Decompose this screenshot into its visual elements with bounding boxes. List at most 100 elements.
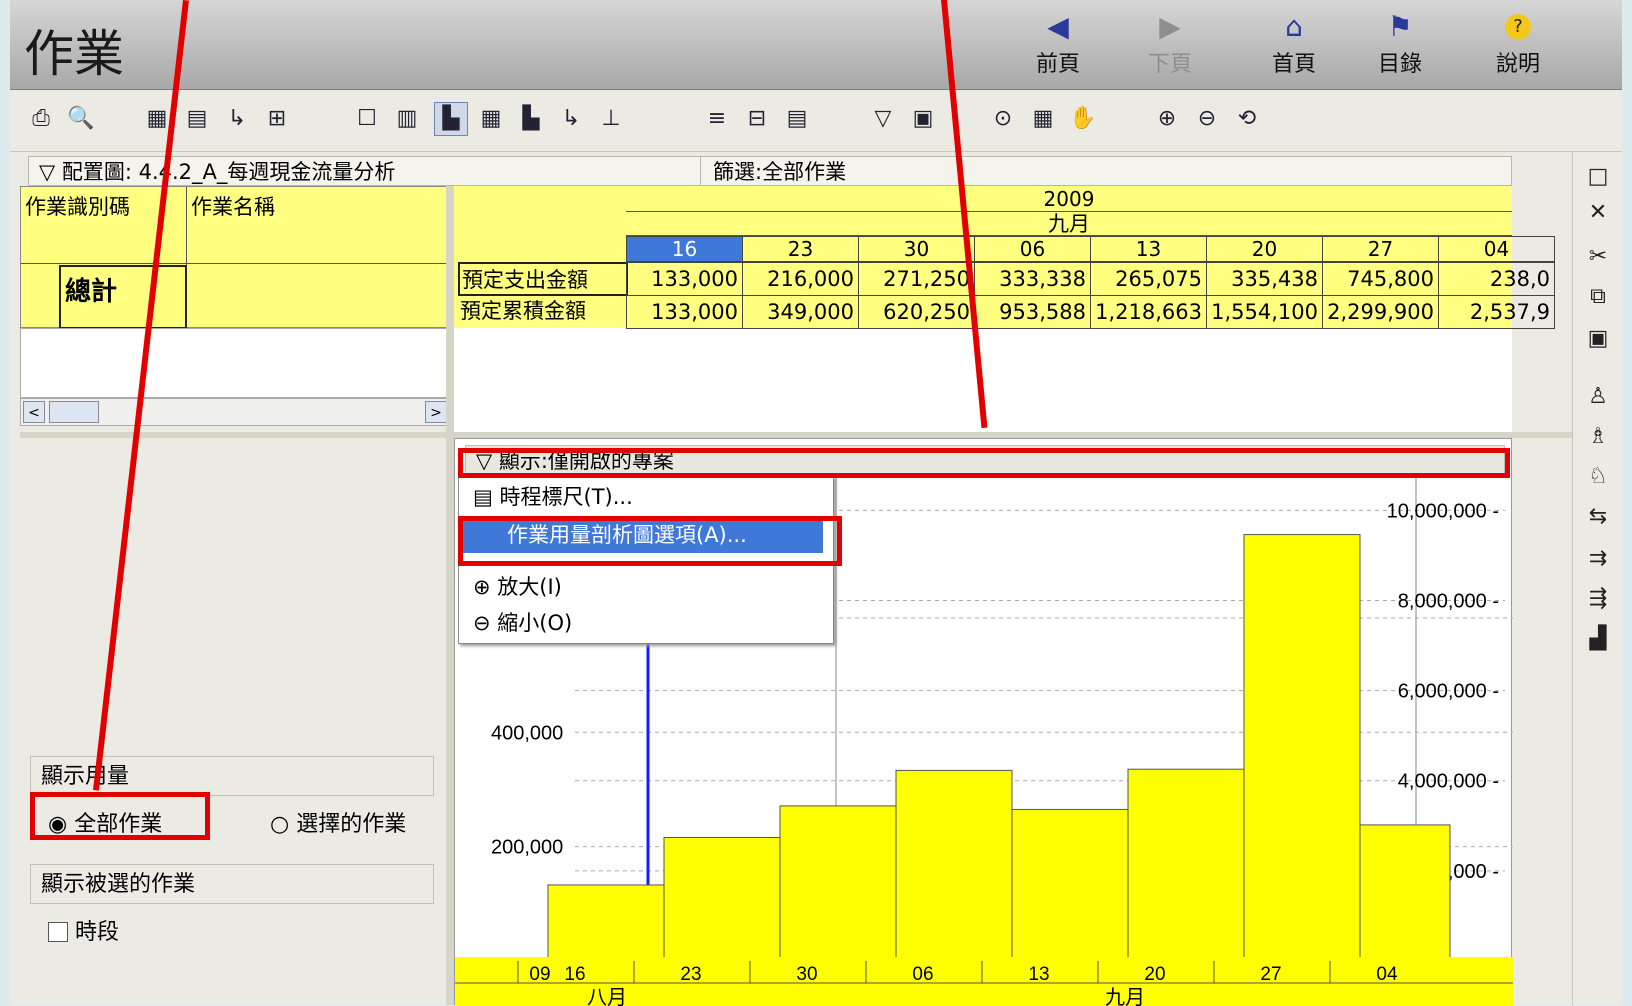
columns-icon[interactable]: ▥ <box>390 102 424 136</box>
columns-format-icon[interactable]: ⊟ <box>740 102 774 136</box>
bar-27 <box>1243 534 1361 962</box>
week-header[interactable]: 06 <box>974 236 1091 262</box>
delete-icon[interactable]: ✕ <box>1583 198 1613 228</box>
scroll-left-icon[interactable]: < <box>23 401 45 423</box>
menu-label: 時程標尺(T)... <box>499 485 633 509</box>
nav-label: 說明 <box>1495 52 1540 77</box>
menu-item-zoom-in[interactable]: ⊕ 放大(I) <box>459 569 831 605</box>
window-icon[interactable]: ☐ <box>350 102 384 136</box>
schedule-icon[interactable]: ⊙ <box>986 102 1020 136</box>
right-tick-label: 6,000,000 - <box>1398 681 1499 703</box>
bar-04 <box>1359 824 1451 962</box>
row-label[interactable]: 預定累積金額 <box>458 295 628 329</box>
nav-button-2[interactable]: ⌂ 首頁 <box>1256 8 1332 82</box>
cell-value[interactable]: 133,000 <box>626 262 743 296</box>
cell-value[interactable]: 745,800 <box>1322 262 1439 296</box>
week-header[interactable]: 20 <box>1206 236 1323 262</box>
week-header[interactable]: 30 <box>858 236 975 262</box>
cell-value[interactable]: 238,0 <box>1438 262 1555 296</box>
link-icon[interactable]: ⇆ <box>1583 502 1613 532</box>
print-preview-icon[interactable]: 🔍 <box>64 102 98 136</box>
cell-value[interactable]: 271,250 <box>858 262 975 296</box>
column-activity-id[interactable]: 作業識別碼 <box>25 191 130 221</box>
bar-30 <box>779 805 897 962</box>
cell-value[interactable]: 953,588 <box>974 295 1091 329</box>
nav-button-3[interactable]: ⚑ 目錄 <box>1362 8 1438 82</box>
cell-value[interactable]: 2,537,9 <box>1438 295 1555 329</box>
layout-icon[interactable]: ⊥ <box>594 102 628 136</box>
cell-value[interactable]: 216,000 <box>742 262 859 296</box>
spreadsheet-icon[interactable]: ▦ <box>474 102 508 136</box>
axis-month-label: 九月 <box>1105 986 1145 1006</box>
new-icon[interactable]: □ <box>1583 162 1613 192</box>
cell-value[interactable]: 1,218,663 <box>1090 295 1207 329</box>
unlink-icon[interactable]: ⇉ <box>1583 544 1613 574</box>
show-selected-label: 顯示被選的作業 <box>30 864 434 904</box>
timescale-icon[interactable]: ▤ <box>780 102 814 136</box>
week-header[interactable]: 13 <box>1090 236 1207 262</box>
paste-icon[interactable]: ▣ <box>1583 324 1613 354</box>
hand-icon[interactable]: ✋ <box>1066 102 1100 136</box>
cell-value[interactable]: 620,250 <box>858 295 975 329</box>
filter-icon[interactable]: ▽ <box>866 102 900 136</box>
cell-value[interactable]: 1,554,100 <box>1206 295 1323 329</box>
row-label[interactable]: 預定支出金額 <box>458 262 628 296</box>
scroll-right-icon[interactable]: > <box>425 401 447 423</box>
zoom-out-icon[interactable]: ⊖ <box>1190 102 1224 136</box>
axis-week-label: 13 <box>1028 964 1049 985</box>
axis-week-label: 23 <box>680 964 701 985</box>
checkbox-icon[interactable] <box>48 922 68 942</box>
profile-icon[interactable]: ▙ <box>514 102 548 136</box>
layout-header[interactable]: ▽ 配置圖: 4.4.2_A_每週現金流量分析 <box>28 156 708 186</box>
bar-icon[interactable]: ≡ <box>700 102 734 136</box>
zoom-reset-icon[interactable]: ⟲ <box>1230 102 1264 136</box>
relationship-icon[interactable]: ↳ <box>220 102 254 136</box>
menu-item-zoom-out[interactable]: ⊖ 縮小(O) <box>459 605 831 641</box>
wbs-icon[interactable]: ▦ <box>1026 102 1060 136</box>
network-icon[interactable]: ⊞ <box>260 102 294 136</box>
cell-value[interactable]: 265,075 <box>1090 262 1207 296</box>
cell-value[interactable]: 333,338 <box>974 262 1091 296</box>
group-icon[interactable]: ▣ <box>906 102 940 136</box>
cell-value[interactable]: 133,000 <box>626 295 743 329</box>
assign-icon[interactable]: ♗ <box>1583 422 1613 452</box>
radio-selected-activities[interactable]: ○ 選擇的作業 <box>270 810 406 840</box>
step-icon[interactable]: ▟ <box>1583 624 1613 654</box>
menu-item-timescale[interactable]: ▤ 時程標尺(T)... <box>459 479 831 515</box>
annotation-box-radio <box>30 792 210 840</box>
copy-icon[interactable]: ⧉ <box>1583 282 1613 312</box>
zoom-in-icon[interactable]: ⊕ <box>1150 102 1184 136</box>
cell-value[interactable]: 349,000 <box>742 295 859 329</box>
nav-button-0[interactable]: ◀ 前頁 <box>1020 8 1096 82</box>
scroll-thumb[interactable] <box>49 401 99 423</box>
cut-icon[interactable]: ✂ <box>1583 242 1613 272</box>
cell-value[interactable]: 335,438 <box>1206 262 1323 296</box>
vertical-splitter[interactable] <box>446 186 454 1005</box>
form-icon[interactable]: ▤ <box>180 102 214 136</box>
radio-unchecked-icon[interactable]: ○ <box>270 812 289 837</box>
level-icon[interactable]: ⇶ <box>1583 584 1613 614</box>
week-header[interactable]: 04 <box>1438 236 1555 262</box>
title-bar: 作業 ◀ 前頁 ▶ 下頁 ⌂ 首頁 ⚑ 目錄? 說明 <box>10 0 1622 90</box>
trace-icon[interactable]: ↳ <box>554 102 588 136</box>
nav-button-4[interactable]: ? 說明 <box>1480 8 1556 82</box>
forward-arrow-icon: ▶ <box>1159 10 1181 43</box>
week-header[interactable]: 27 <box>1322 236 1439 262</box>
cell-value[interactable]: 2,299,900 <box>1322 295 1439 329</box>
user-icon[interactable]: ♙ <box>1583 382 1613 412</box>
histogram-icon[interactable]: ▙ <box>434 102 468 136</box>
column-activity-name[interactable]: 作業名稱 <box>191 191 275 221</box>
zoom-out-icon: ⊖ <box>473 611 491 635</box>
print-icon[interactable]: ⎙ <box>24 102 58 136</box>
timescale-icon: ▤ <box>473 485 493 509</box>
grid-empty-area <box>20 328 450 398</box>
week-header[interactable]: 16 <box>626 236 743 262</box>
checkbox-period[interactable]: 時段 <box>48 918 119 948</box>
right-toolbar: □ ✕ ✂ ⧉ ▣ ♙ ♗ ♘ ⇆ ⇉ ⇶ ▟ <box>1572 152 1622 1005</box>
total-row[interactable]: 總計 <box>59 265 187 329</box>
right-tick-label: 8,000,000 - <box>1398 590 1499 612</box>
horizontal-scrollbar[interactable]: < > <box>20 398 450 426</box>
edit-assign-icon[interactable]: ♘ <box>1583 462 1613 492</box>
week-header[interactable]: 23 <box>742 236 859 262</box>
menu-label: 縮小(O) <box>497 611 573 635</box>
